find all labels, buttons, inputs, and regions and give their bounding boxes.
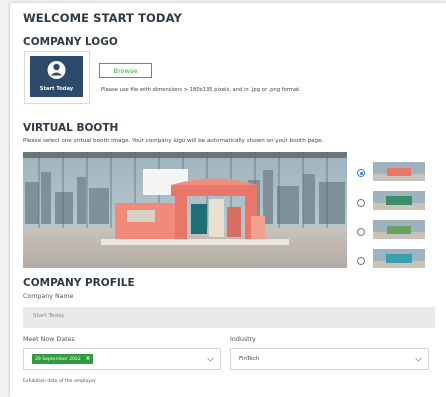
company-name-field: Start Today [23,307,435,328]
browse-button[interactable]: Browse [99,63,152,78]
virtual-booth-heading: VIRTUAL BOOTH [23,122,119,134]
user-icon [47,61,66,79]
logo-upload-hint: Please use file with dimensions > 180x13… [101,87,301,93]
booth-option-2-thumbnail[interactable] [373,191,425,210]
booth-option-4-thumbnail[interactable] [373,249,425,268]
page-title: WELCOME START TODAY [23,11,182,25]
date-chip-label: 29 September 2022 [35,357,81,362]
company-profile-heading: COMPANY PROFILE [23,277,135,289]
virtual-booth-description: Please select one virtual booth image. Y… [23,138,324,144]
company-name-value: Start Today [33,313,65,319]
chevron-down-icon[interactable] [207,357,214,362]
company-form-card: WELCOME START TODAY COMPANY LOGO Start T… [10,3,446,397]
dates-helper-text: Exhibition date of the employer [23,379,96,384]
company-name-label: Company Name [23,293,74,300]
date-chip: 29 September 2022 × [32,354,94,364]
meet-now-dates-label: Meet Now Dates [23,336,75,343]
chevron-down-icon[interactable] [415,357,422,362]
booth-option-3-thumbnail[interactable] [373,220,425,239]
booth-option-2-radio[interactable] [357,199,365,207]
booth-option-1-thumbnail[interactable] [373,162,425,181]
booth-option-3-radio[interactable] [357,228,365,236]
industry-select[interactable]: FinTech [230,348,429,370]
logo-image: Start Today [30,56,83,97]
logo-caption: Start Today [39,86,74,92]
company-logo-heading: COMPANY LOGO [23,36,118,48]
booth-preview-image [23,152,347,268]
industry-label: Industry [230,336,256,343]
booth-option-1-radio[interactable] [357,169,365,177]
remove-date-icon[interactable]: × [85,355,90,362]
company-logo-preview: Start Today [24,51,90,104]
booth-option-4-radio[interactable] [357,257,365,265]
meet-now-dates-select[interactable]: 29 September 2022 × [23,348,221,370]
industry-value: FinTech [239,356,260,362]
